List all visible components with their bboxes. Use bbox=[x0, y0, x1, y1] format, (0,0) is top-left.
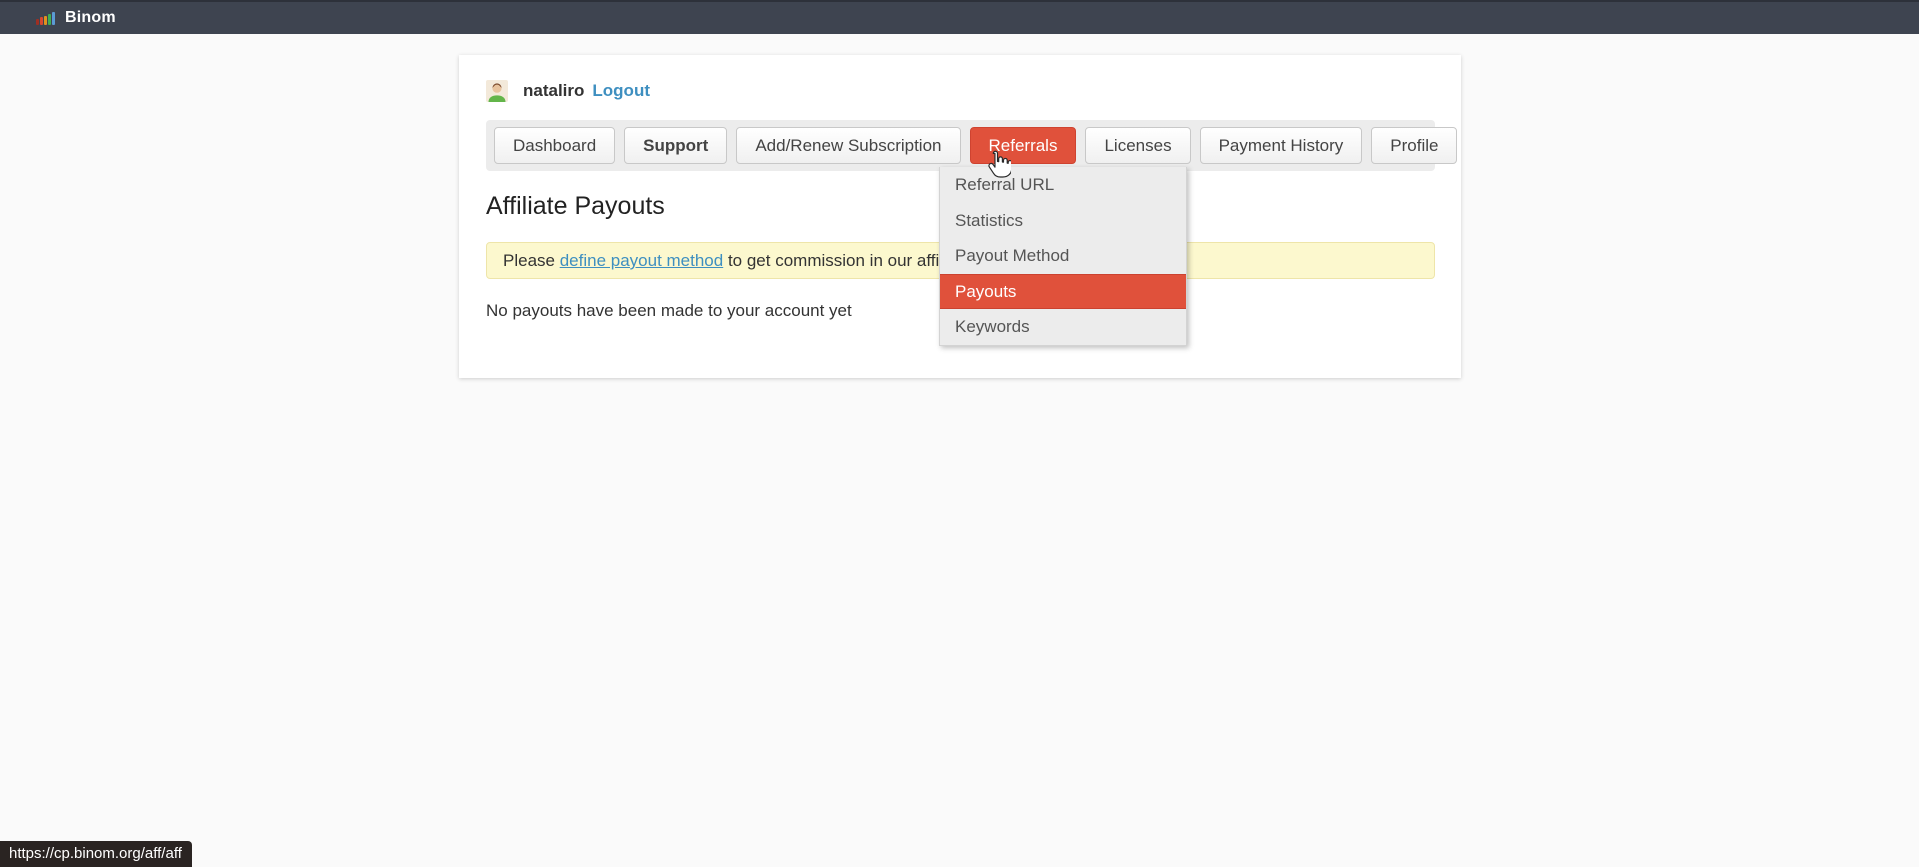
nav-referrals[interactable]: Referrals bbox=[970, 127, 1077, 164]
username: nataliro bbox=[523, 81, 584, 101]
define-payout-method-link[interactable]: define payout method bbox=[560, 251, 724, 270]
notice-text-after: to get commission in our affilia bbox=[723, 251, 956, 270]
user-row: nataliro Logout bbox=[486, 79, 1435, 103]
logout-link[interactable]: Logout bbox=[592, 81, 650, 101]
brand-logo[interactable]: Binom bbox=[36, 9, 116, 27]
browser-status-tooltip: https://cp.binom.org/aff/aff bbox=[0, 841, 192, 867]
nav-support[interactable]: Support bbox=[624, 127, 727, 164]
main-nav: Dashboard Support Add/Renew Subscription… bbox=[486, 120, 1435, 171]
nav-licenses[interactable]: Licenses bbox=[1085, 127, 1190, 164]
menu-payout-method[interactable]: Payout Method bbox=[940, 238, 1186, 274]
menu-keywords[interactable]: Keywords bbox=[940, 309, 1186, 345]
user-avatar-icon bbox=[486, 80, 508, 102]
nav-profile[interactable]: Profile bbox=[1371, 127, 1457, 164]
referrals-dropdown-menu: Referral URL Statistics Payout Method Pa… bbox=[939, 167, 1187, 346]
bar-chart-icon bbox=[36, 12, 56, 25]
menu-payouts[interactable]: Payouts bbox=[940, 274, 1186, 310]
brand-name: Binom bbox=[65, 9, 116, 27]
nav-add-renew-subscription[interactable]: Add/Renew Subscription bbox=[736, 127, 960, 164]
nav-dashboard[interactable]: Dashboard bbox=[494, 127, 615, 164]
nav-payment-history[interactable]: Payment History bbox=[1200, 127, 1363, 164]
menu-statistics[interactable]: Statistics bbox=[940, 203, 1186, 239]
menu-referral-url[interactable]: Referral URL bbox=[940, 167, 1186, 203]
topbar: Binom bbox=[0, 0, 1919, 34]
notice-text-before: Please bbox=[503, 251, 560, 270]
